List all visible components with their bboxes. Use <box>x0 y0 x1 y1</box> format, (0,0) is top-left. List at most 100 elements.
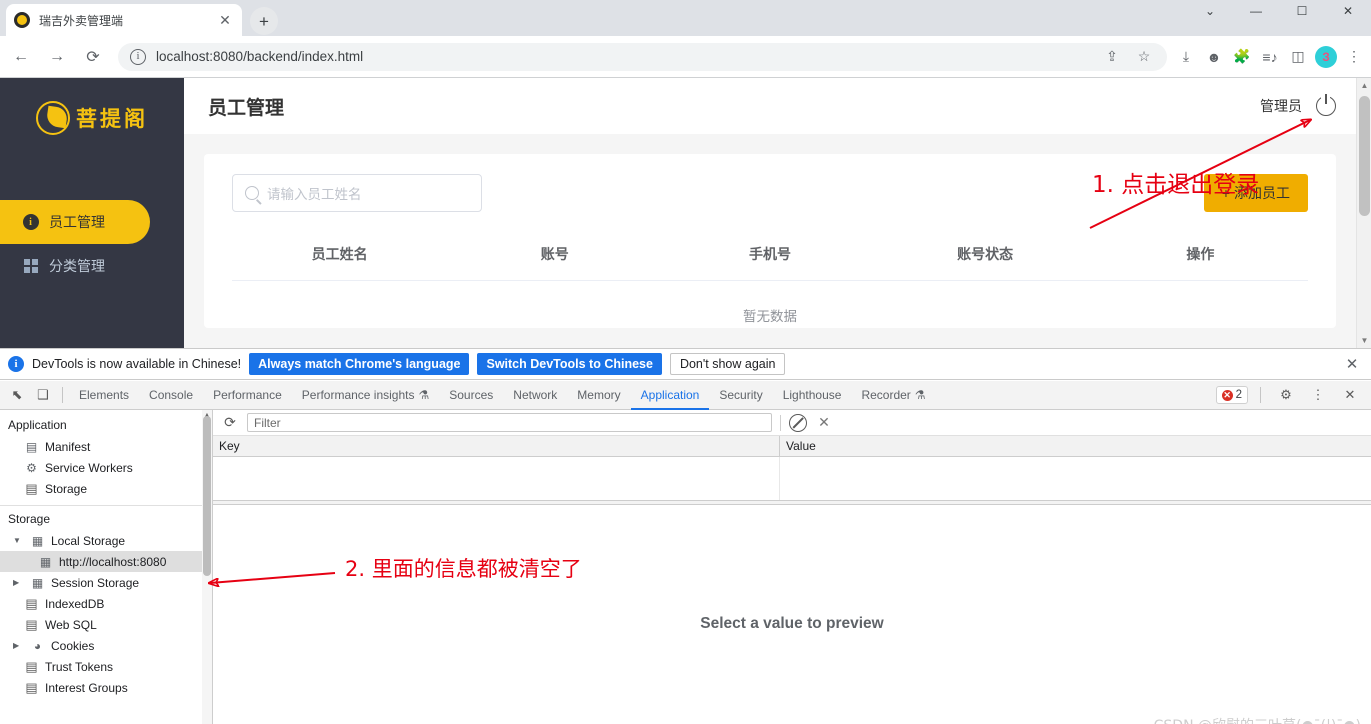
experiment-flask-icon: ⚗ <box>914 388 926 402</box>
downloads-icon[interactable]: ⤓ <box>1175 46 1197 68</box>
employee-badge-icon: i <box>22 214 39 231</box>
toolbar-divider <box>1260 387 1261 403</box>
filter-input[interactable] <box>247 413 772 432</box>
tab-memory[interactable]: Memory <box>567 381 630 410</box>
site-info-icon[interactable]: i <box>130 48 146 65</box>
sidebar-item-indexeddb[interactable]: ▤ IndexedDB <box>0 593 212 614</box>
search-input[interactable]: 请输入员工姓名 <box>232 174 482 212</box>
device-toolbar-icon[interactable]: ❑ <box>30 382 56 408</box>
storage-table-header: Key Value <box>213 436 1371 457</box>
media-list-icon[interactable]: ≡♪ <box>1259 46 1281 68</box>
chrome-menu-icon[interactable]: ⋮ <box>1343 46 1365 68</box>
address-bar[interactable]: i localhost:8080/backend/index.html ⇪ ☆ <box>118 42 1167 71</box>
sidebar-item-manifest[interactable]: ▤ Manifest <box>0 436 212 457</box>
sidebar-item-local-storage[interactable]: ▼ ▦ Local Storage <box>0 530 212 551</box>
sidebar-item-session-storage[interactable]: ▶ ▦ Session Storage <box>0 572 212 593</box>
profile-face-icon[interactable]: ☻ <box>1203 46 1225 68</box>
refresh-icon[interactable]: ⟳ <box>221 414 239 431</box>
sidebar-item-localhost-origin[interactable]: ▦ http://localhost:8080 <box>0 551 212 572</box>
chevron-right-icon[interactable]: ▶ <box>13 641 22 650</box>
tab-application[interactable]: Application <box>631 381 710 410</box>
cookie-icon: ◕ <box>33 638 42 653</box>
tab-console[interactable]: Console <box>139 381 203 410</box>
scroll-down-icon[interactable]: ▼ <box>1357 333 1371 348</box>
close-window-button[interactable]: ✕ <box>1325 0 1371 22</box>
tab-sources[interactable]: Sources <box>439 381 503 410</box>
sidebar-item-employee-management[interactable]: i 员工管理 <box>0 200 150 244</box>
forward-button[interactable]: → <box>42 42 72 72</box>
bookmark-star-icon[interactable]: ☆ <box>1133 46 1155 68</box>
maximize-button[interactable]: ☐ <box>1279 0 1325 22</box>
leaf-logo-icon <box>36 101 70 135</box>
item-label: Interest Groups <box>45 680 128 695</box>
account-avatar-icon[interactable]: З <box>1315 45 1337 68</box>
tab-search-chevron-icon[interactable]: ⌄ <box>1187 0 1233 22</box>
sidebar-item-category-management[interactable]: 分类管理 <box>0 244 150 288</box>
kebab-menu-icon[interactable]: ⋮ <box>1305 382 1331 408</box>
gear-icon[interactable]: ⚙ <box>1273 382 1299 408</box>
database-icon: ▤ <box>25 616 38 632</box>
sidebar-item-label: 员工管理 <box>49 214 105 230</box>
sidebar-item-interest-groups[interactable]: ▤ Interest Groups <box>0 677 212 698</box>
extensions-puzzle-icon[interactable]: 🧩 <box>1231 46 1253 68</box>
tab-close-icon[interactable]: ✕ <box>216 11 234 29</box>
sidebar-item-trust-tokens[interactable]: ▤ Trust Tokens <box>0 656 212 677</box>
table-empty-text: 暂无数据 <box>232 280 1308 348</box>
tab-security[interactable]: Security <box>709 381 772 410</box>
page-title: 员工管理 <box>208 97 285 119</box>
annotation-cleared-text: 2. 里面的信息都被清空了 <box>345 557 582 581</box>
sidebar-item-storage[interactable]: ▤ Storage <box>0 478 212 499</box>
sidebar-item-service-workers[interactable]: ⚙ Service Workers <box>0 457 212 478</box>
sidebar-scrollbar[interactable]: ▲ <box>202 410 212 724</box>
screenshot-root: 瑞吉外卖管理端 ✕ + ⌄ — ☐ ✕ ← → ⟳ i localhost:80… <box>0 0 1371 724</box>
always-match-language-button[interactable]: Always match Chrome's language <box>249 353 470 375</box>
clear-all-icon[interactable] <box>789 413 807 432</box>
tabbar-divider <box>62 387 63 403</box>
close-icon[interactable]: ✕ <box>1337 382 1363 408</box>
chevron-right-icon[interactable]: ▶ <box>13 578 22 587</box>
sidebar-item-web-sql[interactable]: ▤ Web SQL <box>0 614 212 635</box>
scrollbar-thumb[interactable] <box>1359 96 1370 216</box>
side-panel-icon[interactable]: ◫ <box>1287 46 1309 68</box>
chevron-down-icon[interactable]: ▼ <box>13 536 22 545</box>
storage-table-body-empty[interactable] <box>213 457 1371 501</box>
leaf-favicon <box>14 12 30 28</box>
logo-text: 菩提阁 <box>76 108 148 131</box>
banner-close-icon[interactable]: ✕ <box>1341 355 1363 373</box>
power-icon[interactable] <box>1316 94 1336 116</box>
reload-button[interactable]: ⟳ <box>78 42 108 72</box>
page-scrollbar[interactable]: ▲ ▼ <box>1356 78 1371 348</box>
column-header-actions: 操作 <box>1092 230 1308 281</box>
search-placeholder: 请输入员工姓名 <box>267 187 362 202</box>
value-preview-pane: Select a value to preview CSDN @欣慰的三叶草(●… <box>213 505 1371 724</box>
minimize-button[interactable]: — <box>1233 0 1279 22</box>
tab-performance-insights[interactable]: Performance insights ⚗ <box>292 381 439 410</box>
inspect-element-icon[interactable]: ⬉ <box>4 382 30 408</box>
sidebar-item-cookies[interactable]: ▶ ◕ Cookies <box>0 635 212 656</box>
tab-elements[interactable]: Elements <box>69 381 139 410</box>
sidebar-scrollbar-thumb[interactable] <box>203 416 211 576</box>
tab-recorder[interactable]: Recorder ⚗ <box>851 381 935 410</box>
column-header-key[interactable]: Key <box>213 436 780 456</box>
new-tab-button[interactable]: + <box>250 7 278 35</box>
tab-performance[interactable]: Performance <box>203 381 292 410</box>
dont-show-again-button[interactable]: Don't show again <box>669 353 786 375</box>
tab-label: Elements <box>79 388 130 402</box>
switch-to-chinese-button[interactable]: Switch DevTools to Chinese <box>477 353 662 375</box>
share-icon[interactable]: ⇪ <box>1101 46 1123 68</box>
tab-network[interactable]: Network <box>503 381 567 410</box>
employee-table: 员工姓名 账号 手机号 账号状态 操作 暂无数据 <box>232 230 1308 348</box>
annotation-logout-text: 1. 点击退出登录 <box>1092 172 1260 198</box>
error-count-badge[interactable]: ✕ 2 <box>1215 386 1248 404</box>
delete-selected-icon[interactable]: ✕ <box>815 414 833 431</box>
column-header-value[interactable]: Value <box>780 436 1371 456</box>
search-icon <box>245 186 259 200</box>
browser-tab[interactable]: 瑞吉外卖管理端 ✕ <box>6 4 242 36</box>
back-button[interactable]: ← <box>6 42 36 72</box>
info-icon: i <box>8 356 24 372</box>
database-icon: ▤ <box>25 679 38 695</box>
category-grid-icon <box>22 258 39 275</box>
scroll-up-icon[interactable]: ▲ <box>1357 78 1371 93</box>
tab-lighthouse[interactable]: Lighthouse <box>773 381 852 410</box>
admin-name-label: 管理员 <box>1260 98 1302 114</box>
